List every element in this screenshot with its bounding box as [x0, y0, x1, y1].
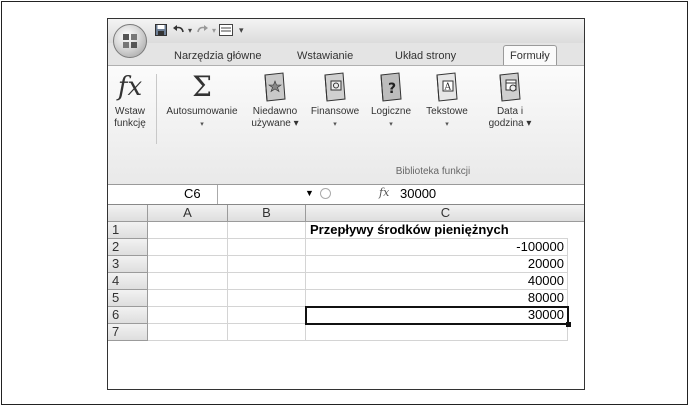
redo-dropdown-icon[interactable]: ▾ [212, 26, 216, 35]
financial-dropdown-icon: ▾ [333, 121, 337, 128]
row-header[interactable]: 5 [108, 290, 148, 307]
row-header[interactable]: 1 [108, 222, 148, 239]
logical-dropdown-icon: ▾ [389, 121, 393, 128]
cell-c7[interactable] [306, 324, 568, 341]
recent-book-icon [244, 70, 306, 104]
cell-b6[interactable] [228, 307, 306, 324]
row-header[interactable]: 3 [108, 256, 148, 273]
ribbon-formulas: fx Wstaw funkcję Σ Autosumowanie ▾ Niedawn… [108, 65, 584, 185]
undo-dropdown-icon[interactable]: ▾ [188, 26, 192, 35]
cell-b5[interactable] [228, 290, 306, 307]
column-header-b[interactable]: B [228, 205, 306, 222]
text-book-icon: A [418, 70, 476, 104]
tab-home[interactable]: Narzędzia główne [168, 47, 267, 65]
cell-b2[interactable] [228, 239, 306, 256]
insert-function-button[interactable]: fx Wstaw funkcję [108, 70, 152, 130]
financial-label: Finansowe [310, 106, 360, 117]
row-header[interactable]: 7 [108, 324, 148, 341]
date-time-button[interactable]: Data i godzina ▾ [480, 70, 540, 130]
column-header-c[interactable]: C [306, 205, 584, 222]
text-dropdown-icon: ▾ [445, 121, 449, 128]
name-box-dropdown-icon[interactable]: ▼ [305, 188, 314, 198]
tab-insert[interactable]: Wstawianie [291, 47, 359, 65]
svg-text:A: A [444, 83, 452, 93]
office-logo-icon [123, 34, 137, 48]
cell-a7[interactable] [148, 324, 228, 341]
cell-a3[interactable] [148, 256, 228, 273]
title-bar: ▾ ▾ ▾ [108, 19, 584, 43]
cell-a1[interactable] [148, 222, 228, 239]
cell-c2[interactable]: -100000 [306, 239, 568, 256]
cell-c4[interactable]: 40000 [306, 273, 568, 290]
recently-used-label-1: Niedawno [252, 106, 298, 117]
financial-book-icon [306, 70, 364, 104]
undo-icon[interactable] [171, 23, 185, 37]
svg-text:?: ? [388, 81, 396, 97]
redo-icon[interactable] [195, 23, 209, 37]
ribbon-tabs: Narzędzia główne Wstawianie Układ strony… [108, 43, 584, 66]
autosum-dropdown-icon: ▾ [200, 121, 204, 128]
column-header-a[interactable]: A [148, 205, 228, 222]
row-header[interactable]: 6 [108, 307, 148, 324]
recently-used-button[interactable]: Niedawno używane ▾ [244, 70, 306, 130]
sigma-icon: Σ [192, 70, 212, 103]
cell-c6[interactable]: 30000 [306, 307, 568, 324]
name-box[interactable]: C6 [108, 185, 218, 204]
autosum-button[interactable]: Σ Autosumowanie ▾ [160, 70, 244, 131]
date-time-label-2: godzina ▾ [488, 118, 532, 129]
ribbon-separator [156, 74, 157, 144]
text-label: Tekstowe [426, 106, 468, 117]
cell-b7[interactable] [228, 324, 306, 341]
autosum-label: Autosumowanie [166, 106, 238, 117]
row-header[interactable]: 4 [108, 273, 148, 290]
cell-c1[interactable]: Przepływy środków pieniężnych [306, 222, 568, 239]
formula-input[interactable]: 30000 [400, 186, 436, 201]
cell-c5[interactable]: 80000 [306, 290, 568, 307]
formula-bar: C6 ▼ fx 30000 [108, 185, 584, 205]
cell-c3[interactable]: 20000 [306, 256, 568, 273]
recently-used-label-2: używane ▾ [251, 118, 299, 129]
text-button[interactable]: A Tekstowe ▾ [418, 70, 476, 131]
save-icon[interactable] [154, 23, 168, 37]
insert-function-label-1: Wstaw [115, 106, 145, 117]
financial-button[interactable]: Finansowe ▾ [306, 70, 364, 131]
row-header[interactable]: 2 [108, 239, 148, 256]
qat-customize-icon[interactable]: ▾ [239, 25, 244, 36]
name-box-value: C6 [184, 186, 201, 201]
cell-b3[interactable] [228, 256, 306, 273]
select-all-corner[interactable] [108, 205, 148, 222]
excel-window: ▾ ▾ ▾ Narzędzia główne Wstawianie Układ … [107, 18, 585, 390]
logical-button[interactable]: ? Logiczne ▾ [364, 70, 418, 131]
fx-icon: fx [117, 72, 143, 102]
fill-handle[interactable] [566, 322, 571, 327]
tab-page-layout[interactable]: Układ strony [389, 47, 462, 65]
cell-a4[interactable] [148, 273, 228, 290]
form-icon[interactable] [219, 23, 234, 37]
group-label-function-library: Biblioteka funkcji [395, 166, 471, 177]
insert-function-label-2: funkcję [114, 118, 146, 129]
cell-b4[interactable] [228, 273, 306, 290]
date-time-label-1: Data i [496, 106, 524, 117]
cell-a6[interactable] [148, 307, 228, 324]
quick-access-toolbar: ▾ ▾ ▾ [154, 23, 244, 37]
insert-function-fx-icon[interactable]: fx [379, 186, 389, 199]
worksheet-grid: A B C 1 2 3 4 5 6 7 Przepływy środków pi… [108, 205, 584, 389]
date-time-book-icon [480, 70, 540, 104]
formula-cancel-icon[interactable] [320, 188, 331, 199]
tab-formulas[interactable]: Formuły [503, 45, 557, 66]
cell-b1[interactable] [228, 222, 306, 239]
logical-book-icon: ? [364, 70, 418, 104]
cell-a2[interactable] [148, 239, 228, 256]
cell-a5[interactable] [148, 290, 228, 307]
logical-label: Logiczne [370, 106, 412, 117]
office-button[interactable] [113, 24, 147, 58]
